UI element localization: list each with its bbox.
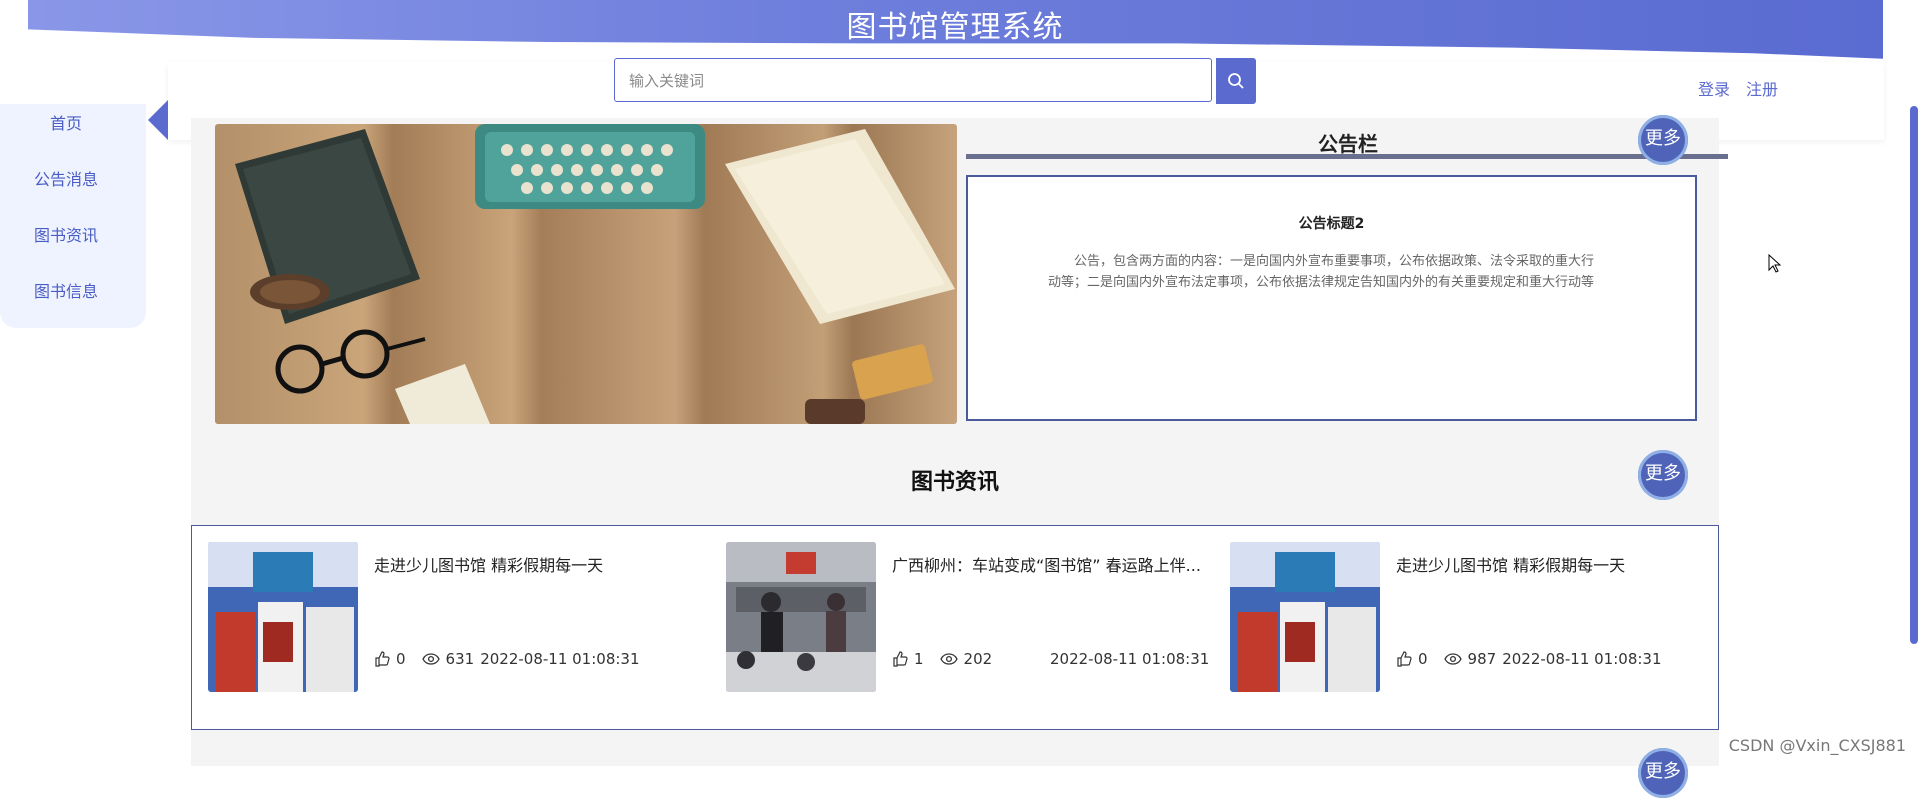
hero-carousel-image[interactable] <box>215 124 957 424</box>
news-meta: 0 987 2022-08-11 01:08:31 <box>1396 650 1662 668</box>
news-title[interactable]: 走进少儿图书馆 精彩假期每一天 <box>374 552 714 576</box>
notice-item-title[interactable]: 公告标题2 <box>968 213 1695 233</box>
station-reading-image <box>726 542 876 692</box>
book-news-heading: 图书资讯 <box>910 470 999 495</box>
notice-more-button[interactable]: 更多 <box>1638 115 1688 165</box>
like-count: 1 <box>914 650 924 668</box>
news-date: 2022-08-11 01:08:31 <box>1502 650 1662 668</box>
scrollbar-thumb[interactable] <box>1910 106 1918 644</box>
site-title: 图书馆管理系统 <box>846 10 1064 45</box>
news-date: 2022-08-11 01:08:31 <box>1050 650 1210 668</box>
sidebar-item-book-info[interactable]: 图书信息 <box>0 278 132 302</box>
notice-card[interactable]: 公告标题2 公告，包含两方面的内容：一是向国内外宣布重要事项，公布依据政策、法令… <box>966 175 1697 421</box>
sidebar-item-home[interactable]: 首页 <box>0 110 132 134</box>
like-count: 0 <box>1418 650 1428 668</box>
sidebar-item-book-news[interactable]: 图书资讯 <box>0 222 132 246</box>
like-icon[interactable] <box>374 651 390 667</box>
search-icon <box>1228 73 1244 89</box>
news-card[interactable]: 走进少儿图书馆 精彩假期每一天 0 631 2022-08-11 01:08:31 <box>192 530 696 708</box>
login-link[interactable]: 登录 <box>1698 76 1730 100</box>
sidebar-item-notices[interactable]: 公告消息 <box>0 166 132 190</box>
library-exhibit-image <box>208 542 358 692</box>
news-thumbnail[interactable] <box>726 542 876 692</box>
register-link[interactable]: 注册 <box>1746 76 1778 100</box>
search-box <box>614 58 1212 103</box>
news-card[interactable]: 走进少儿图书馆 精彩假期每一天 0 987 2022-08-11 01:08:31 <box>1214 530 1704 708</box>
next-section-more-button[interactable]: 更多 <box>1638 748 1688 798</box>
news-thumbnail[interactable] <box>1230 542 1380 692</box>
watermark: CSDN @Vxin_CXSJ881 <box>1728 736 1906 755</box>
library-exhibit-image <box>1230 542 1380 692</box>
like-icon[interactable] <box>892 651 908 667</box>
view-count: 202 <box>963 650 993 668</box>
like-count: 0 <box>396 650 406 668</box>
search-input[interactable] <box>627 59 1191 103</box>
news-date: 2022-08-11 01:08:31 <box>480 650 640 668</box>
eye-icon <box>939 653 958 665</box>
news-thumbnail[interactable] <box>208 542 358 692</box>
book-news-more-button[interactable]: 更多 <box>1638 450 1688 500</box>
news-title[interactable]: 广西柳州：车站变成“图书馆” 春运路上伴... <box>892 552 1208 576</box>
news-meta: 0 631 2022-08-11 01:08:31 <box>374 650 640 668</box>
news-title[interactable]: 走进少儿图书馆 精彩假期每一天 <box>1396 552 1736 576</box>
sidebar-active-pointer <box>148 100 168 140</box>
sidebar-nav: 首页 公告消息 图书资讯 图书信息 <box>0 104 146 328</box>
desk-scene-illustration <box>235 124 955 424</box>
like-icon[interactable] <box>1396 651 1412 667</box>
view-count: 987 <box>1467 650 1497 668</box>
notice-heading: 公告栏 <box>1318 132 1378 156</box>
news-meta: 1 202 <box>892 650 992 668</box>
eye-icon <box>421 653 440 665</box>
news-card[interactable]: 广西柳州：车站变成“图书馆” 春运路上伴... 1 202 2022-08-11… <box>710 530 1210 708</box>
search-button[interactable] <box>1216 58 1256 104</box>
notice-item-body: 公告，包含两方面的内容：一是向国内外宣布重要事项，公布依据政策、法令采取的重大行… <box>1048 254 1595 290</box>
view-count: 631 <box>445 650 475 668</box>
eye-icon <box>1443 653 1462 665</box>
mouse-cursor-icon <box>1768 254 1782 273</box>
